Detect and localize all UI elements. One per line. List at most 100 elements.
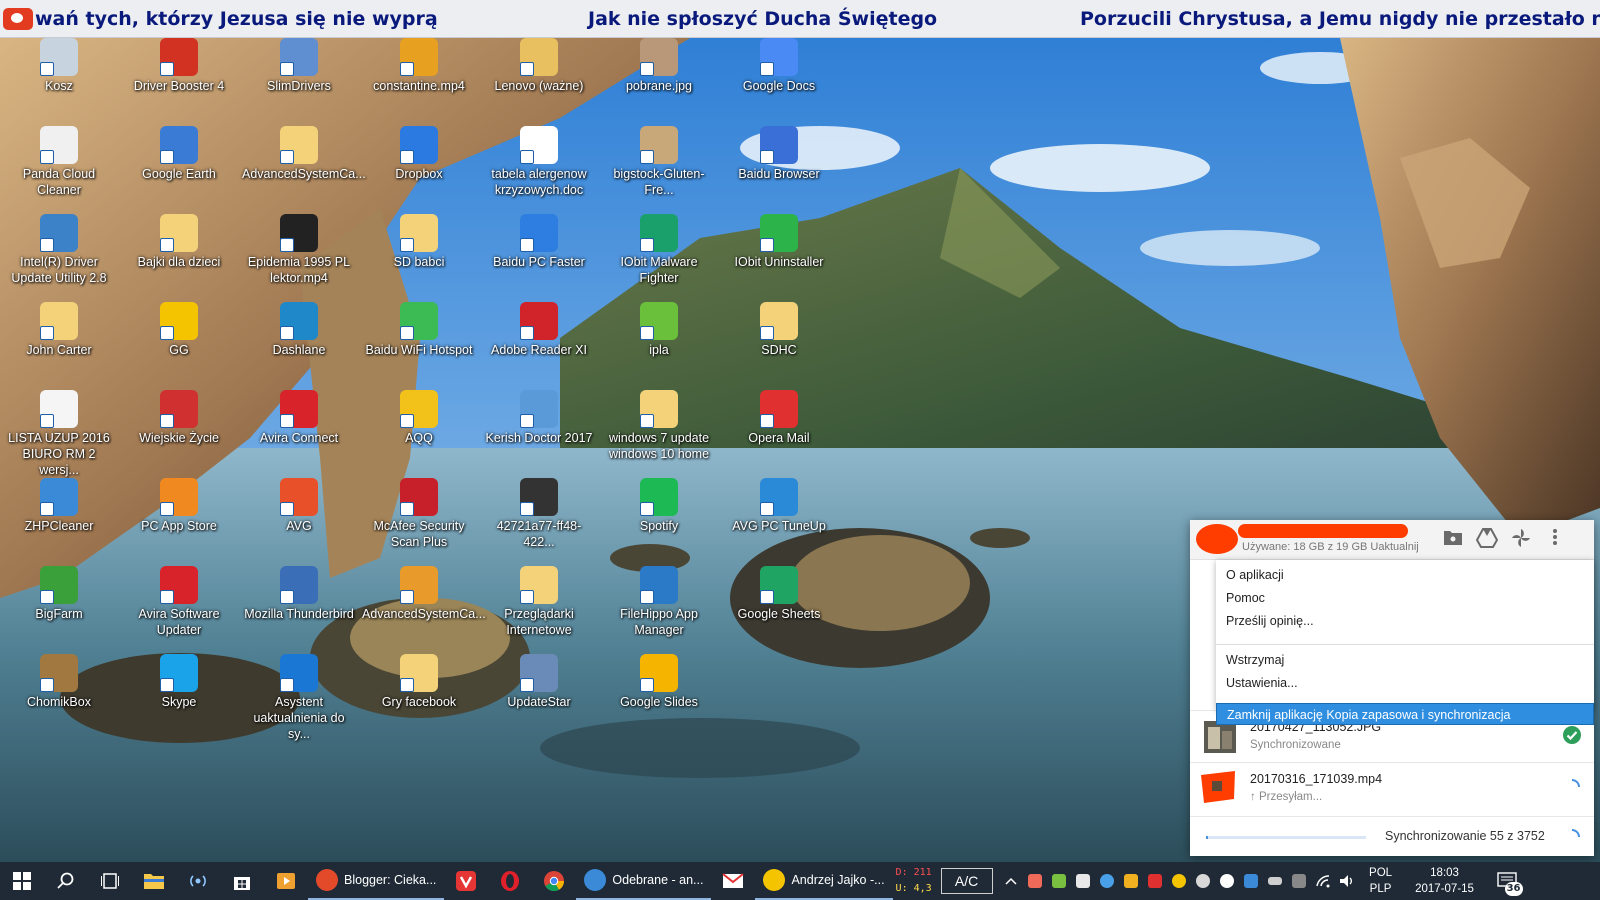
menu-item-help[interactable]: Pomoc: [1216, 587, 1594, 609]
folder-icon[interactable]: [1442, 528, 1464, 550]
desktop-icon[interactable]: Gry facebook: [360, 654, 478, 710]
desktop-icon[interactable]: Google Sheets: [720, 566, 838, 622]
desktop-icon[interactable]: John Carter: [0, 302, 118, 358]
desktop-icon[interactable]: Baidu WiFi Hotspot: [360, 302, 478, 358]
network-tray[interactable]: [1311, 862, 1335, 900]
desktop-icon[interactable]: pobrane.jpg: [600, 38, 718, 94]
tray-icon[interactable]: [1119, 862, 1143, 900]
desktop-icon[interactable]: bigstock-Gluten-Fre...: [600, 126, 718, 198]
mail-button[interactable]: [711, 862, 755, 900]
desktop-icon[interactable]: constantine.mp4: [360, 38, 478, 94]
tray-icon[interactable]: [1143, 862, 1167, 900]
desktop-icon[interactable]: tabela alergenow krzyzowych.doc: [480, 126, 598, 198]
desktop-icon[interactable]: Kosz: [0, 38, 118, 94]
tray-icon[interactable]: [1095, 862, 1119, 900]
tray-icon[interactable]: [1167, 862, 1191, 900]
desktop-icon[interactable]: Driver Booster 4: [120, 38, 238, 94]
desktop-icon[interactable]: ChomikBox: [0, 654, 118, 710]
desktop-icon[interactable]: AVG PC TuneUp: [720, 478, 838, 534]
desktop-icon[interactable]: BigFarm: [0, 566, 118, 622]
taskbar-app-blogger[interactable]: Blogger: Cieka...: [308, 862, 445, 900]
search-button[interactable]: [44, 862, 88, 900]
taskbar-app-gg[interactable]: Andrzej Jajko -...: [755, 862, 893, 900]
opera-button[interactable]: [488, 862, 532, 900]
desktop-icon[interactable]: LISTA UZUP 2016 BIURO RM 2 wersj...: [0, 390, 118, 478]
desktop-icon[interactable]: ipla: [600, 302, 718, 358]
desktop-icon[interactable]: SlimDrivers: [240, 38, 358, 94]
desktop-icon[interactable]: AVG: [240, 478, 358, 534]
tray-icon[interactable]: [1023, 862, 1047, 900]
desktop-icon[interactable]: Google Slides: [600, 654, 718, 710]
menu-item-pause[interactable]: Wstrzymaj: [1216, 649, 1594, 671]
tray-icon[interactable]: [1071, 862, 1095, 900]
account-avatar[interactable]: [1196, 524, 1238, 554]
desktop-icon[interactable]: Avira Software Updater: [120, 566, 238, 638]
desktop-icon[interactable]: Intel(R) Driver Update Utility 2.8: [0, 214, 118, 286]
pinwheel-icon[interactable]: [1510, 528, 1532, 550]
desktop-icon[interactable]: FileHippo App Manager: [600, 566, 718, 638]
desktop-icon[interactable]: Kerish Doctor 2017: [480, 390, 598, 446]
vivaldi-button[interactable]: [444, 862, 488, 900]
store-button[interactable]: [220, 862, 264, 900]
ticker-app-icon[interactable]: [3, 7, 33, 30]
desktop-icon[interactable]: Dropbox: [360, 126, 478, 182]
ticker-item[interactable]: Porzucili Chrystusa, a Jemu nigdy nie pr…: [1080, 8, 1600, 30]
menu-item-about[interactable]: O aplikacji: [1216, 564, 1594, 586]
desktop-icon[interactable]: Google Docs: [720, 38, 838, 94]
more-vert-icon[interactable]: [1544, 528, 1566, 550]
desktop-icon[interactable]: GG: [120, 302, 238, 358]
desktop-icon[interactable]: UpdateStar: [480, 654, 598, 710]
tray-icon[interactable]: [1047, 862, 1071, 900]
input-language[interactable]: POL PLP: [1359, 862, 1403, 900]
desktop-icon[interactable]: Lenovo (ważne): [480, 38, 598, 94]
volume-tray[interactable]: [1335, 862, 1359, 900]
ticker-item[interactable]: Jak nie spłoszyć Ducha Świętego: [588, 8, 1008, 30]
tray-icon[interactable]: [1191, 862, 1215, 900]
desktop-icon[interactable]: windows 7 update windows 10 home: [600, 390, 718, 462]
desktop-icon[interactable]: Panda Cloud Cleaner: [0, 126, 118, 198]
desktop-icon[interactable]: 42721a77-ff48-422...: [480, 478, 598, 550]
start-button[interactable]: [0, 862, 44, 900]
desktop-icon[interactable]: Google Earth: [120, 126, 238, 182]
menu-item-send-feedback[interactable]: Prześlij opinię...: [1216, 610, 1594, 632]
desktop-icon[interactable]: Mozilla Thunderbird: [240, 566, 358, 622]
desktop-icon[interactable]: IObit Uninstaller: [720, 214, 838, 270]
task-view-button[interactable]: [88, 862, 132, 900]
chrome-button[interactable]: [532, 862, 576, 900]
drive-icon[interactable]: [1475, 528, 1499, 550]
tray-icon[interactable]: [1239, 862, 1263, 900]
desktop-icon[interactable]: Avira Connect: [240, 390, 358, 446]
system-clock[interactable]: 18:03 2017-07-15: [1403, 862, 1487, 900]
desktop-icon[interactable]: Dashlane: [240, 302, 358, 358]
desktop-icon[interactable]: AdvancedSystemCa...: [360, 566, 486, 622]
tray-icon[interactable]: [1287, 862, 1311, 900]
desktop-icon[interactable]: IObit Malware Fighter: [600, 214, 718, 286]
desktop-icon[interactable]: Epidemia 1995 PL lektor.mp4: [240, 214, 358, 286]
desktop-icon[interactable]: SDHC: [720, 302, 838, 358]
taskbar-app-thunderbird[interactable]: Odebrane - an...: [576, 862, 712, 900]
tray-icon[interactable]: [1215, 862, 1239, 900]
file-row[interactable]: 20170316_171039.mp4 ↑ Przesyłam...: [1190, 762, 1594, 814]
desktop-icon[interactable]: Baidu PC Faster: [480, 214, 598, 270]
desktop-icon[interactable]: Opera Mail: [720, 390, 838, 446]
wifi-hotspot-button[interactable]: [176, 862, 220, 900]
upgrade-link[interactable]: Uaktualnij: [1370, 541, 1418, 553]
file-explorer-button[interactable]: [132, 862, 176, 900]
desktop-icon[interactable]: McAfee Security Scan Plus: [360, 478, 478, 550]
show-hidden-icons-button[interactable]: [999, 862, 1023, 900]
desktop-icon[interactable]: ZHPCleaner: [0, 478, 118, 534]
desktop-icon[interactable]: Wiejskie Życie: [120, 390, 238, 446]
desktop-icon[interactable]: Adobe Reader XI: [480, 302, 598, 358]
desktop-icon[interactable]: Baidu Browser: [720, 126, 838, 182]
desktop-icon[interactable]: Asystent uaktualnienia do sy...: [240, 654, 358, 742]
desktop-icon[interactable]: AdvancedSystemCa...: [240, 126, 366, 182]
network-meter[interactable]: D: 211 U: 4,3 1: [893, 862, 935, 900]
desktop-icon[interactable]: Bajki dla dzieci: [120, 214, 238, 270]
tray-icon[interactable]: [1263, 862, 1287, 900]
desktop-icon[interactable]: Przeglądarki Internetowe: [480, 566, 598, 638]
desktop-icon[interactable]: AQQ: [360, 390, 478, 446]
desktop-icon[interactable]: Spotify: [600, 478, 718, 534]
menu-item-quit[interactable]: Zamknij aplikację Kopia zapasowa i synch…: [1216, 703, 1594, 725]
desktop-icon[interactable]: SD babci: [360, 214, 478, 270]
ticker-item[interactable]: wań tych, którzy Jezusa się nie wyprą: [35, 8, 540, 30]
